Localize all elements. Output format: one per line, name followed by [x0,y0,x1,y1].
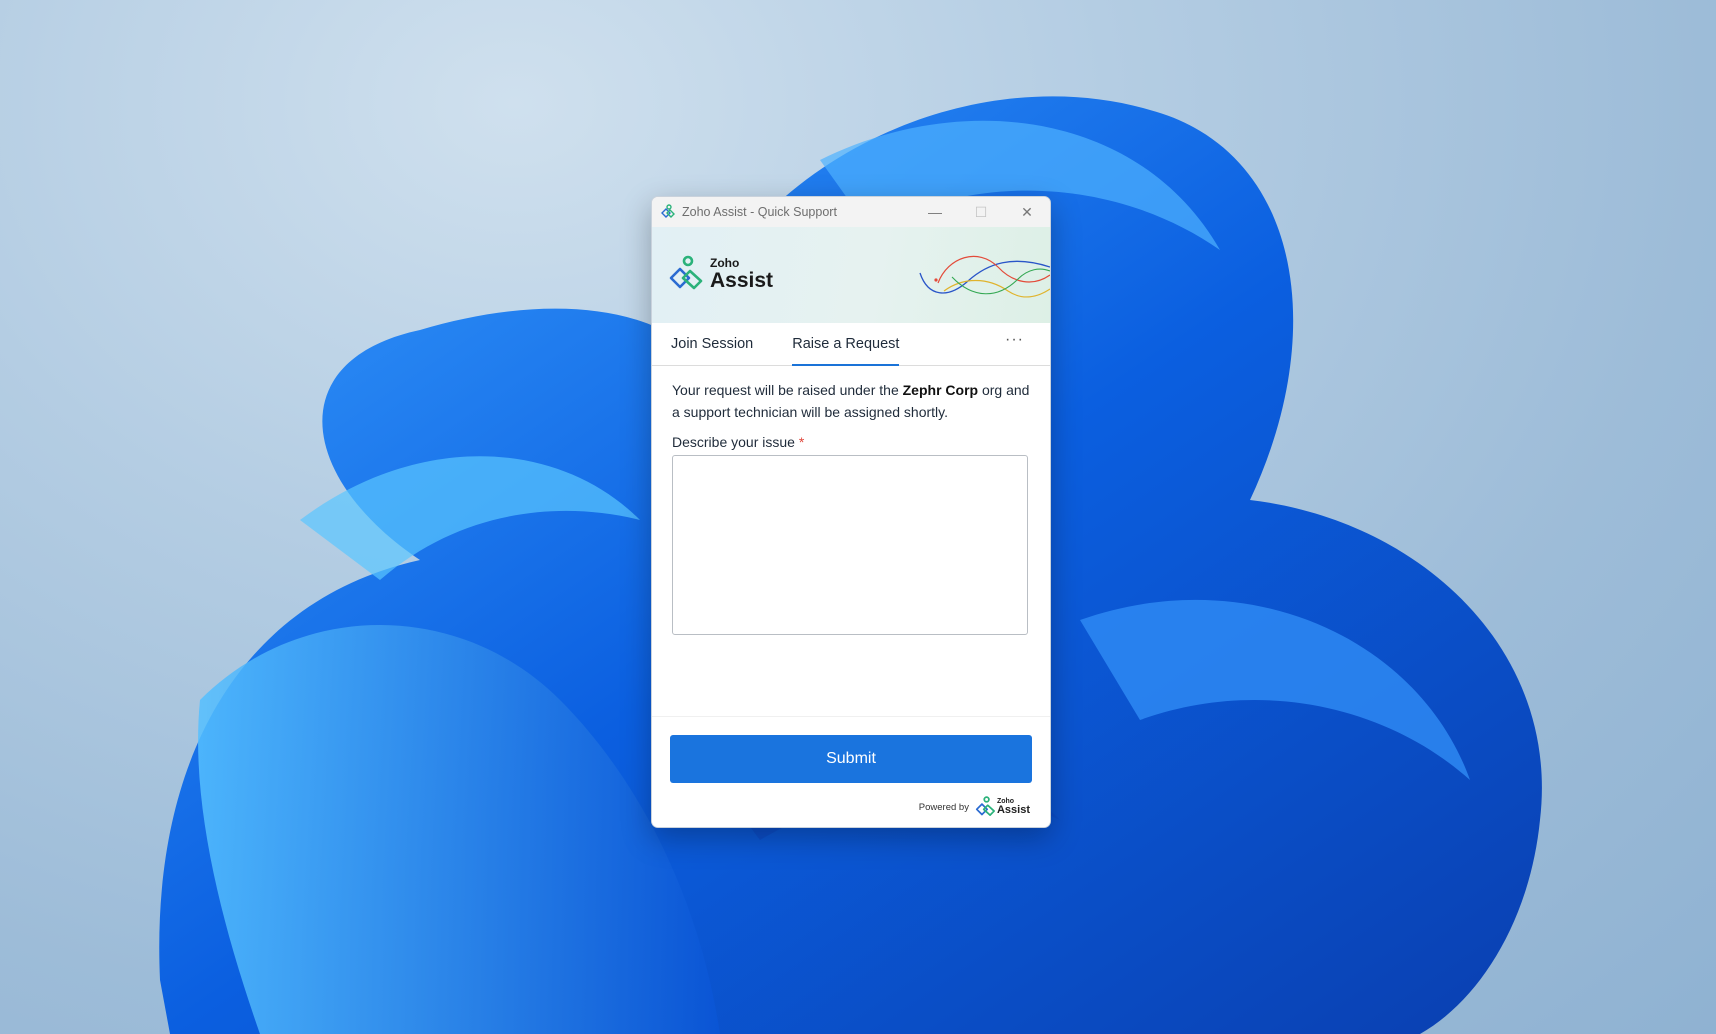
zoho-assist-logo-icon [975,796,995,816]
request-description: Your request will be raised under the Ze… [672,379,1030,423]
request-form: Your request will be raised under the Ze… [652,379,1050,635]
title-bar[interactable]: Zoho Assist - Quick Support — ☐ ✕ [652,197,1050,227]
org-name: Zephr Corp [902,382,979,398]
quick-support-window: Zoho Assist - Quick Support — ☐ ✕ Zoho A… [651,196,1051,828]
tab-join-session[interactable]: Join Session [671,323,753,365]
form-footer: Submit Powered by Zoho Assist [652,716,1050,827]
issue-label: Describe your issue * [672,434,1030,450]
submit-button[interactable]: Submit [670,735,1032,783]
brand-banner: Zoho Assist [652,227,1050,323]
window-title: Zoho Assist - Quick Support [682,205,837,219]
tab-raise-a-request[interactable]: Raise a Request [792,323,900,366]
decorative-waves-icon [919,255,1050,298]
issue-textarea[interactable] [672,455,1028,635]
required-mark: * [798,434,805,450]
message-prefix: Your request will be raised under the [672,382,903,398]
powered-by-logo: Zoho Assist [975,796,1030,818]
powered-brand-big: Assist [996,804,1030,816]
brand-big-text: Assist [710,269,774,292]
maximize-icon[interactable]: ☐ [958,197,1004,227]
powered-by: Powered by Zoho Assist [919,796,1030,818]
brand-small-text: Zoho [710,256,740,270]
tab-bar: Join Session Raise a Request ··· [652,323,1050,366]
powered-by-label: Powered by [918,801,969,813]
more-options-icon[interactable]: ··· [1005,331,1024,349]
close-icon[interactable]: ✕ [1004,197,1050,227]
zoho-assist-logo: Zoho Assist [668,255,773,293]
zoho-assist-logo-icon [669,255,703,290]
minimize-icon[interactable]: — [912,197,958,227]
zoho-assist-logo-icon [661,204,675,218]
issue-label-text: Describe your issue [672,434,795,450]
